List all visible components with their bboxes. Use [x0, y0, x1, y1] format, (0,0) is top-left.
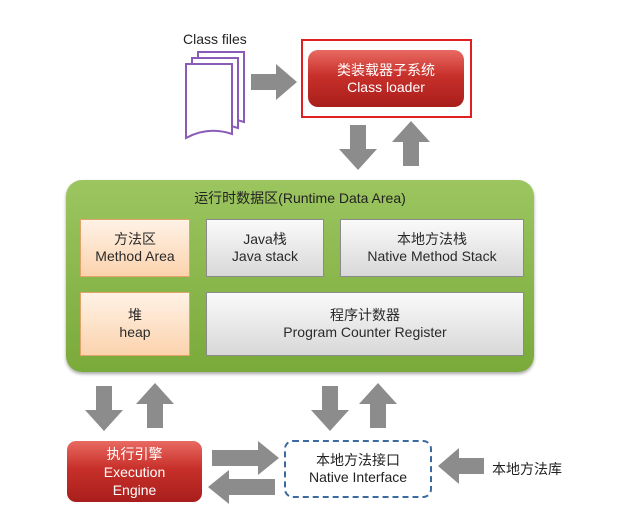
- arrow-native-library-to-interface: [438, 448, 484, 484]
- pc-register-box: 程序计数器 Program Counter Register: [206, 292, 524, 356]
- arrow-engine-to-native: [212, 441, 279, 475]
- java-stack-box: Java栈 Java stack: [206, 219, 324, 277]
- class-loader-box: 类装载器子系统 Class loader: [308, 50, 464, 107]
- heap-cn: 堆: [128, 307, 142, 323]
- native-method-stack-box: 本地方法栈 Native Method Stack: [340, 219, 524, 277]
- pc-register-en: Program Counter Register: [283, 324, 447, 340]
- class-loader-en: Class loader: [347, 78, 425, 95]
- native-method-stack-en: Native Method Stack: [367, 248, 497, 264]
- native-interface-en: Native Interface: [308, 469, 408, 485]
- execution-engine-cn: 执行引擎: [106, 445, 163, 462]
- java-stack-en: Java stack: [231, 248, 299, 264]
- arrow-native-up: [359, 383, 397, 428]
- heap-box: 堆 heap: [80, 292, 190, 356]
- native-method-stack-cn: 本地方法栈: [397, 231, 467, 247]
- java-stack-cn: Java栈: [243, 231, 287, 247]
- class-files-document-icon: [185, 51, 245, 140]
- arrow-loader-up: [392, 121, 430, 166]
- execution-engine-box: 执行引擎 Execution Engine: [67, 441, 202, 502]
- arrow-class-files-to-loader: [251, 64, 297, 100]
- method-area-box: 方法区 Method Area: [80, 219, 190, 277]
- native-library-label: 本地方法库: [492, 461, 562, 477]
- execution-engine-en-1: Execution: [103, 463, 166, 480]
- execution-engine-en-2: Engine: [112, 481, 157, 498]
- arrow-loader-down: [339, 125, 377, 170]
- method-area-cn: 方法区: [114, 231, 156, 247]
- arrow-engine-up: [136, 383, 174, 428]
- native-interface-box: 本地方法接口 Native Interface: [284, 440, 432, 498]
- pc-register-cn: 程序计数器: [330, 307, 400, 323]
- arrow-native-down: [311, 386, 349, 431]
- method-area-en: Method Area: [95, 248, 175, 264]
- class-loader-cn: 类装载器子系统: [337, 61, 435, 78]
- runtime-data-area-title: 运行时数据区(Runtime Data Area): [194, 190, 406, 206]
- arrow-engine-down: [85, 386, 123, 431]
- native-interface-cn: 本地方法接口: [316, 452, 400, 468]
- heap-en: heap: [119, 324, 151, 340]
- arrow-native-to-engine: [208, 470, 275, 504]
